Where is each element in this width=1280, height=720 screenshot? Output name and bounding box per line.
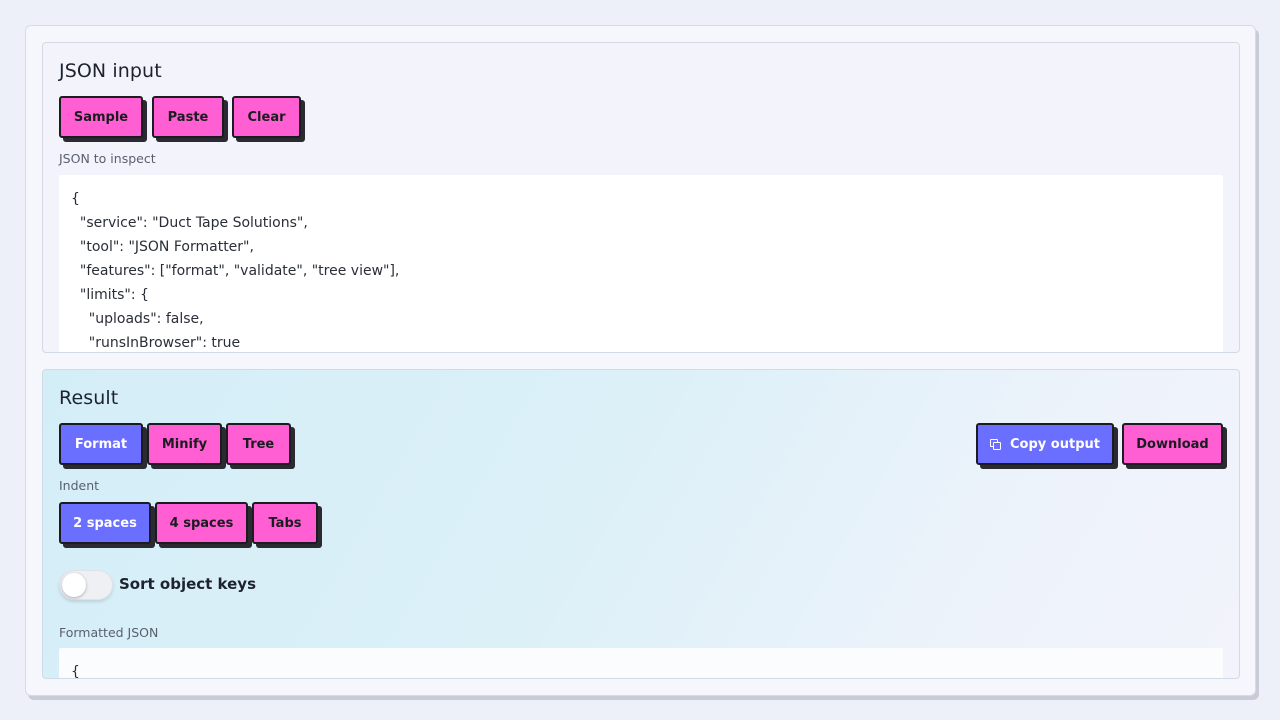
sort-keys-label: Sort object keys [119,575,256,593]
sample-button[interactable]: Sample [59,96,143,138]
format-button[interactable]: Format [59,423,143,465]
sort-keys-toggle[interactable] [59,570,113,600]
json-input-label: JSON to inspect [59,151,156,166]
clear-button[interactable]: Clear [232,96,301,138]
copy-output-label: Copy output [1010,436,1100,452]
toggle-knob [62,573,86,597]
json-input-textarea[interactable]: { "service": "Duct Tape Solutions", "too… [59,175,1223,352]
indent-label: Indent [59,478,100,493]
app-window: JSON input Sample Paste Clear JSON to in… [25,25,1256,696]
indent-tabs-button[interactable]: Tabs [252,502,318,544]
minify-button[interactable]: Minify [147,423,222,465]
tree-button[interactable]: Tree [226,423,291,465]
input-title: JSON input [59,60,162,82]
indent-4-spaces-button[interactable]: 4 spaces [155,502,248,544]
formatted-json-output[interactable]: { [59,648,1223,678]
result-title: Result [59,387,119,409]
formatted-json-label: Formatted JSON [59,625,159,640]
indent-2-spaces-button[interactable]: 2 spaces [59,502,151,544]
result-panel: Result Format Minify Tree Copy output Do… [42,369,1240,679]
copy-output-button[interactable]: Copy output [976,423,1114,465]
paste-button[interactable]: Paste [152,96,224,138]
download-button[interactable]: Download [1122,423,1223,465]
copy-icon [990,439,1002,450]
json-input-panel: JSON input Sample Paste Clear JSON to in… [42,42,1240,353]
